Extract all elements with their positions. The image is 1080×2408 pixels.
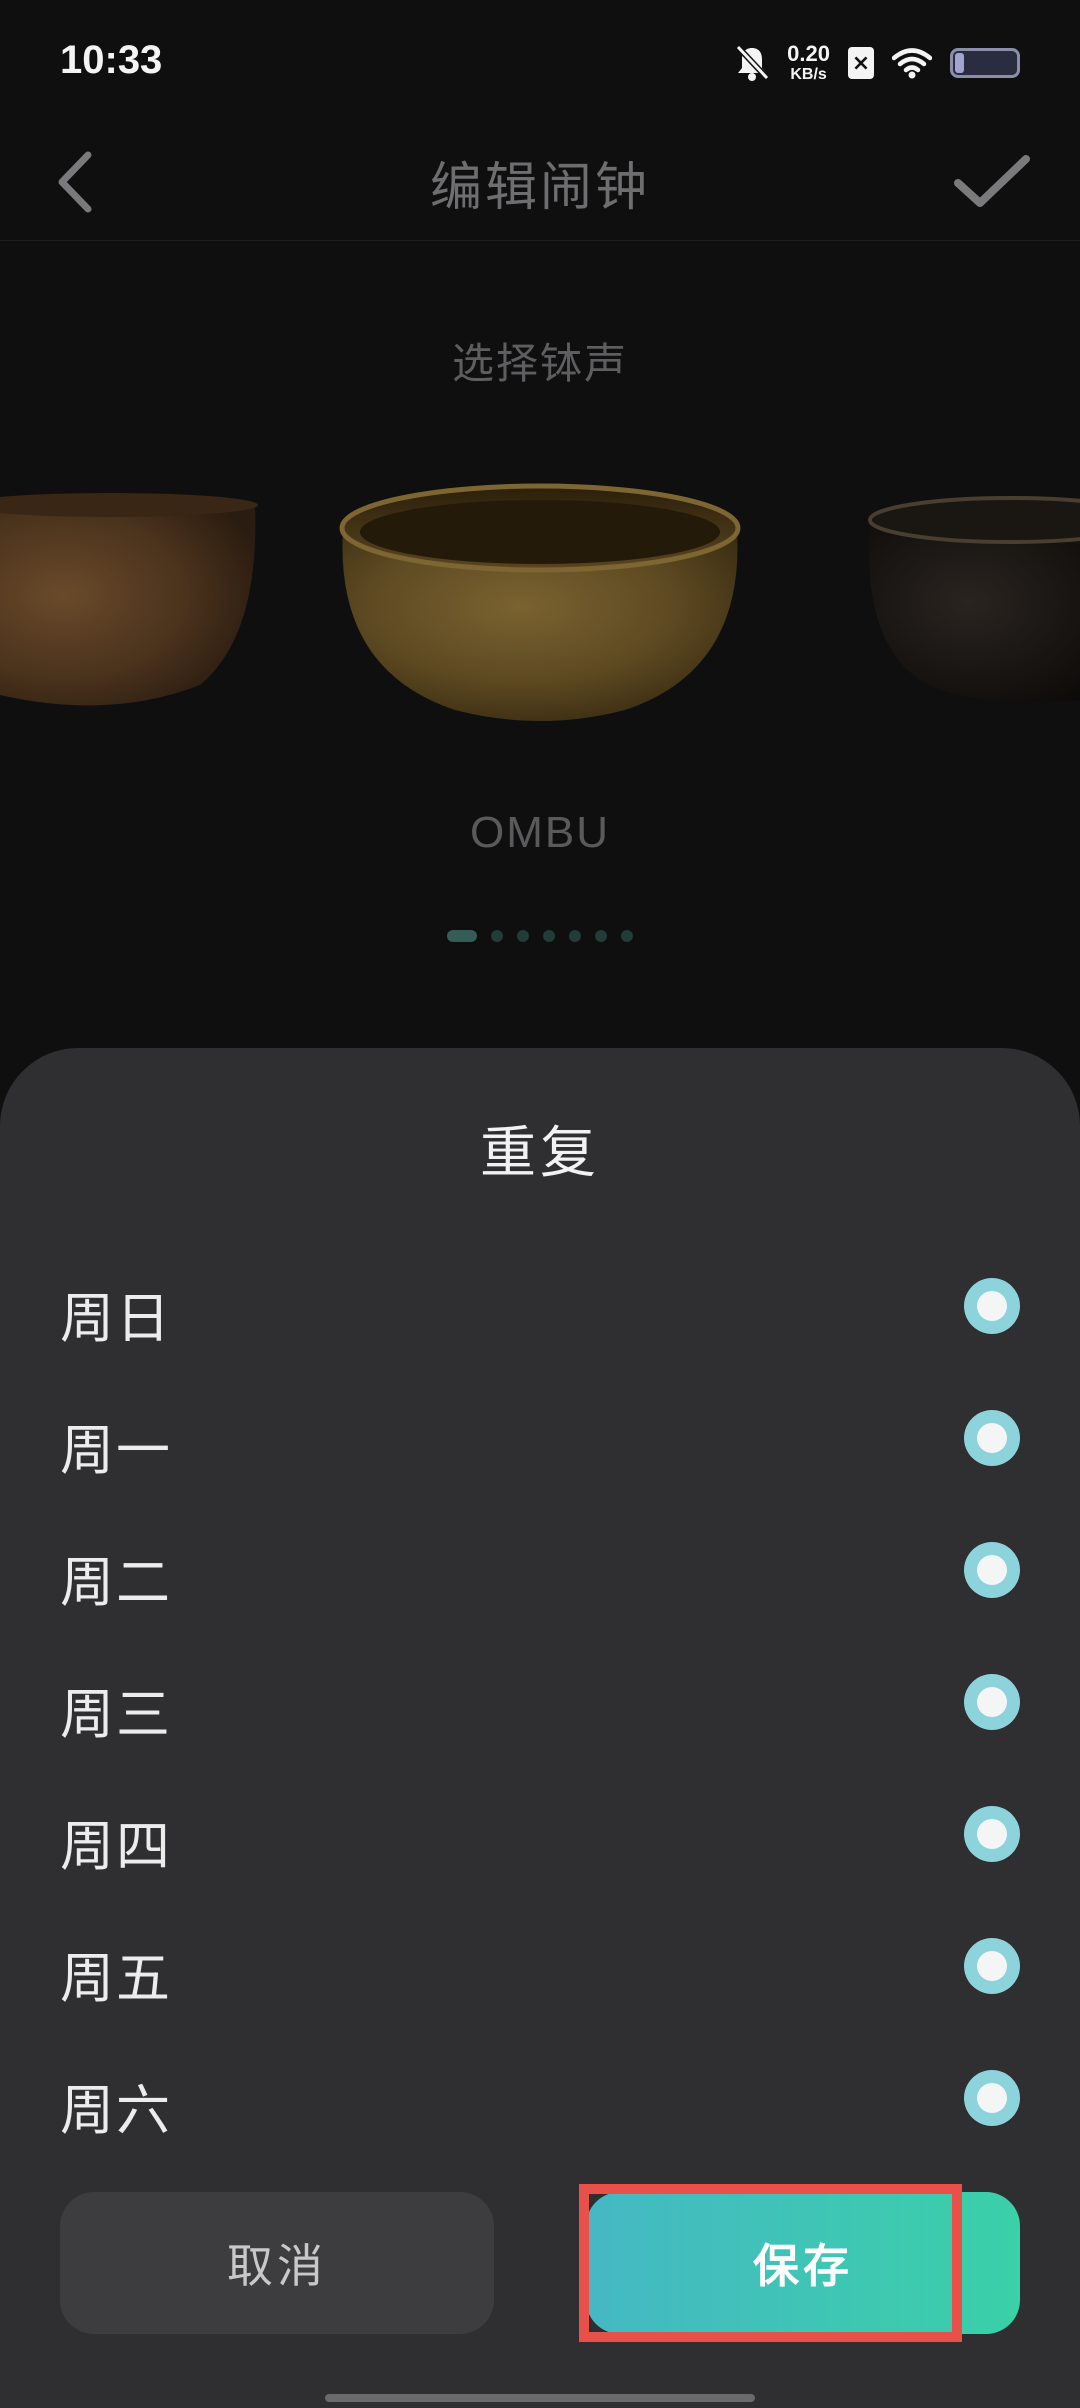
- bell-off-icon: [735, 44, 770, 81]
- header: 编辑闹钟: [0, 125, 1080, 241]
- bowl-name: OMBU: [470, 808, 610, 857]
- battery-level: [955, 53, 964, 73]
- day-label: 周六: [60, 2079, 172, 2142]
- page-dot: [543, 930, 555, 942]
- cancel-button[interactable]: 取消: [60, 2192, 494, 2334]
- page-dot: [447, 930, 477, 942]
- page-dot: [491, 930, 503, 942]
- day-label: 周三: [60, 1683, 172, 1746]
- page-dot: [569, 930, 581, 942]
- status-time: 10:33: [60, 38, 163, 82]
- page-dot: [595, 930, 607, 942]
- page-indicator[interactable]: [0, 930, 1080, 942]
- status-bar: 10:33 0.20 KB/s ×: [0, 0, 1080, 125]
- repeat-sheet: 重复 周日 周一 周二 周三 周四 周五 周六 取消 保存: [0, 1048, 1080, 2408]
- day-radio-selected[interactable]: [964, 1542, 1020, 1598]
- page-dot: [621, 930, 633, 942]
- button-row: 取消 保存: [0, 2184, 1080, 2342]
- sim-x-icon: ×: [848, 47, 874, 79]
- day-radio-selected[interactable]: [964, 1938, 1020, 1994]
- day-label: 周五: [60, 1947, 172, 2010]
- day-radio-selected[interactable]: [964, 1278, 1020, 1334]
- check-icon: [954, 155, 1030, 207]
- net-speed-value: 0.20: [787, 41, 830, 66]
- day-row-wednesday[interactable]: 周三: [0, 1638, 1080, 1770]
- day-label: 周二: [60, 1551, 172, 1614]
- bowl-image-prev[interactable]: [0, 485, 260, 725]
- net-speed-unit: KB/s: [790, 66, 827, 83]
- page-dot: [517, 930, 529, 942]
- page-title: 编辑闹钟: [429, 158, 650, 218]
- day-row-tuesday[interactable]: 周二: [0, 1506, 1080, 1638]
- day-radio-selected[interactable]: [964, 2070, 1020, 2126]
- battery-icon: [950, 48, 1020, 78]
- day-radio-selected[interactable]: [964, 1806, 1020, 1862]
- net-speed: 0.20 KB/s: [787, 43, 830, 83]
- day-radio-selected[interactable]: [964, 1674, 1020, 1730]
- day-row-thursday[interactable]: 周四: [0, 1770, 1080, 1902]
- save-button[interactable]: 保存: [586, 2192, 1020, 2334]
- day-label: 周一: [60, 1419, 172, 1482]
- confirm-button[interactable]: [952, 147, 1032, 217]
- day-label: 周四: [60, 1815, 172, 1878]
- day-row-saturday[interactable]: 周六: [0, 2034, 1080, 2166]
- status-icons: 0.20 KB/s ×: [735, 40, 1020, 86]
- home-indicator[interactable]: [325, 2394, 755, 2402]
- day-label: 周日: [60, 1287, 172, 1350]
- day-row-monday[interactable]: 周一: [0, 1374, 1080, 1506]
- day-row-sunday[interactable]: 周日: [0, 1242, 1080, 1374]
- day-list: 周日 周一 周二 周三 周四 周五 周六: [0, 1242, 1080, 2166]
- day-row-friday[interactable]: 周五: [0, 1902, 1080, 2034]
- bowl-image-selected[interactable]: [335, 470, 745, 740]
- wifi-icon: [892, 48, 932, 79]
- sheet-title: 重复: [480, 1121, 600, 1186]
- bowl-image-next[interactable]: [860, 490, 1080, 720]
- day-radio-selected[interactable]: [964, 1410, 1020, 1466]
- sound-section-title: 选择钵声: [451, 339, 628, 388]
